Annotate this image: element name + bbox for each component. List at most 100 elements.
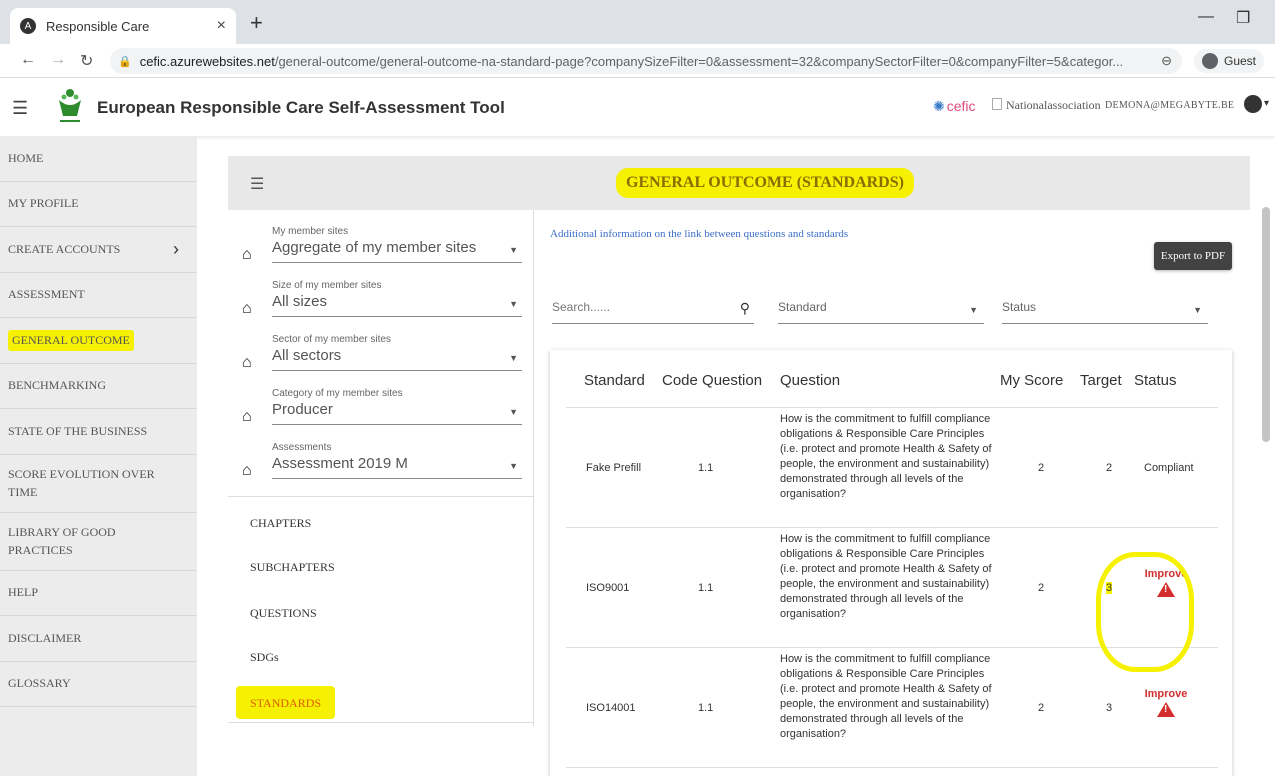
- zoom-icon[interactable]: ⊖: [1161, 53, 1172, 69]
- results-area: Additional information on the link betwe…: [534, 210, 1250, 776]
- divider: [228, 496, 534, 497]
- filter-select[interactable]: Aggregate of my member sites ▼: [272, 239, 522, 263]
- cell-status: Improve: [1136, 688, 1196, 717]
- table-row: ISO14001 1.1 How is the commitment to fu…: [566, 648, 1218, 768]
- nav-link-questions[interactable]: QUESTIONS: [250, 606, 317, 621]
- table-row: Fake Prefill 1.1 How is the commitment t…: [566, 408, 1218, 528]
- nav-link-standards[interactable]: STANDARDS: [236, 686, 336, 719]
- filter-select[interactable]: Assessment 2019 M ▼: [272, 455, 522, 479]
- page-header: ☰ GENERAL OUTCOME (STANDARDS): [228, 156, 1250, 210]
- cell-code: 1.1: [698, 582, 714, 594]
- filter-label: Assessments: [272, 442, 332, 453]
- cefic-logo: ✺ cefic: [933, 98, 976, 114]
- divider: [228, 722, 534, 723]
- search-icon[interactable]: ⚲: [740, 300, 750, 317]
- nav-link-sdgs[interactable]: SDGs: [250, 650, 279, 665]
- app-header: ☰ European Responsible Care Self-Assessm…: [0, 78, 1275, 136]
- url-host: cefic.azurewebsites.net: [139, 53, 275, 69]
- user-email[interactable]: DEMONA@MEGABYTE.BE: [1105, 100, 1234, 111]
- panel-menu-icon[interactable]: ☰: [250, 174, 264, 194]
- sidebar-item-score-evolution[interactable]: SCORE EVOLUTION OVER TIME: [0, 455, 197, 513]
- filter-select[interactable]: Producer ▼: [272, 401, 522, 425]
- sidebar-item-disclaimer[interactable]: DISCLAIMER: [0, 616, 197, 662]
- dropdown-arrow-icon: ▼: [509, 299, 518, 309]
- scrollbar[interactable]: [1262, 207, 1270, 442]
- cell-standard: ISO9001: [586, 582, 630, 594]
- menu-icon[interactable]: ☰: [12, 98, 28, 119]
- dropdown-arrow-icon: ▼: [509, 461, 518, 471]
- cell-code: 1.1: [698, 702, 714, 714]
- dropdown-arrow-icon: ▼: [1193, 305, 1202, 315]
- col-standard[interactable]: Standard: [584, 372, 645, 389]
- filter-label: Sector of my member sites: [272, 334, 391, 345]
- profile-icon: [1202, 53, 1218, 69]
- cell-question: How is the commitment to fulfill complia…: [780, 653, 992, 740]
- export-pdf-button[interactable]: Export to PDF: [1154, 242, 1232, 270]
- chevron-right-icon: ›: [173, 238, 179, 259]
- dropdown-arrow-icon: ▼: [509, 407, 518, 417]
- sidebar-item-state-of-the-business[interactable]: STATE OF THE BUSINESS: [0, 409, 197, 455]
- cefic-dots-icon: ✺: [933, 98, 945, 114]
- cell-code: 1.1: [698, 462, 714, 474]
- warning-icon: [1157, 702, 1175, 717]
- cell-target: 2: [1106, 462, 1113, 474]
- sidebar-item-assessment[interactable]: ASSESSMENT: [0, 273, 197, 318]
- standard-dropdown[interactable]: Standard ▼: [778, 300, 984, 324]
- profile-button[interactable]: Guest: [1194, 49, 1265, 73]
- status-dropdown[interactable]: Status ▼: [1002, 300, 1208, 324]
- home-icon: ⌂: [242, 354, 252, 371]
- info-link[interactable]: Additional information on the link betwe…: [550, 228, 848, 240]
- cell-score: 2: [1038, 702, 1045, 714]
- standards-table: Standard Code Question Question My Score…: [550, 350, 1232, 776]
- address-bar-row: ← → ↻ 🔒 cefic.azurewebsites.net/general-…: [0, 44, 1275, 78]
- cell-question: How is the commitment to fulfill complia…: [780, 533, 992, 620]
- table-row: ISO9001 1.1 How is the commitment to ful…: [566, 528, 1218, 672]
- home-icon: ⌂: [242, 462, 252, 479]
- url-input[interactable]: 🔒 cefic.azurewebsites.net/general-outcom…: [110, 48, 1182, 74]
- sidebar-item-benchmarking[interactable]: BENCHMARKING: [0, 364, 197, 409]
- cell-standard: Fake Prefill: [586, 462, 642, 474]
- filter-label: My member sites: [272, 226, 349, 237]
- dropdown-arrow-icon: ▼: [509, 353, 518, 363]
- dropdown-arrow-icon: ▼: [509, 245, 518, 255]
- browser-tab[interactable]: A Responsible Care ×: [10, 8, 236, 44]
- cell-standard: ISO14001: [586, 702, 636, 714]
- cell-score: 2: [1038, 582, 1045, 594]
- cell-question: How is the commitment to fulfill complia…: [780, 413, 992, 500]
- reload-icon[interactable]: ↻: [80, 51, 93, 71]
- cell-score: 2: [1038, 462, 1045, 474]
- sidebar-item-general-outcome[interactable]: GENERAL OUTCOME: [0, 318, 197, 364]
- dropdown-arrow-icon: ▼: [969, 305, 978, 315]
- nav-link-chapters[interactable]: CHAPTERS: [250, 516, 311, 531]
- chevron-down-icon[interactable]: ▾: [1264, 98, 1269, 109]
- sidebar-item-create-accounts[interactable]: CREATE ACCOUNTS ›: [0, 227, 197, 273]
- account-icon[interactable]: [1244, 95, 1262, 113]
- col-question[interactable]: Question: [780, 372, 840, 389]
- search-input[interactable]: Search...... ⚲: [552, 300, 754, 324]
- col-code-question[interactable]: Code Question: [662, 372, 762, 389]
- minimize-icon[interactable]: —: [1198, 8, 1214, 26]
- filter-select[interactable]: All sizes ▼: [272, 293, 522, 317]
- col-target[interactable]: Target: [1080, 372, 1122, 389]
- back-icon[interactable]: ←: [20, 51, 36, 69]
- tab-close-icon[interactable]: ×: [217, 17, 226, 35]
- sidebar-item-glossary[interactable]: GLOSSARY: [0, 662, 197, 707]
- main-content: ☰ GENERAL OUTCOME (STANDARDS) ⌂ My membe…: [228, 156, 1250, 776]
- nav-link-subchapters[interactable]: SUBCHAPTERS: [250, 560, 335, 575]
- home-icon: ⌂: [242, 300, 252, 317]
- new-tab-button[interactable]: +: [250, 10, 263, 36]
- sidebar-item-my-profile[interactable]: MY PROFILE: [0, 182, 197, 227]
- responsible-care-logo: [59, 89, 81, 122]
- col-my-score[interactable]: My Score: [1000, 372, 1063, 389]
- page-title: GENERAL OUTCOME (STANDARDS): [616, 168, 914, 198]
- sidebar-item-library-of-good-practices[interactable]: LIBRARY OF GOOD PRACTICES: [0, 513, 197, 571]
- sidebar-item-home[interactable]: HOME: [0, 136, 197, 182]
- sidebar-item-help[interactable]: HELP: [0, 571, 197, 616]
- home-icon: ⌂: [242, 408, 252, 425]
- restore-icon[interactable]: ❐: [1236, 8, 1250, 28]
- filter-select[interactable]: All sectors ▼: [272, 347, 522, 371]
- forward-icon[interactable]: →: [50, 51, 66, 69]
- url-path: /general-outcome/general-outcome-na-stan…: [274, 53, 1124, 69]
- lock-icon: 🔒: [118, 55, 132, 68]
- col-status[interactable]: Status: [1134, 372, 1177, 389]
